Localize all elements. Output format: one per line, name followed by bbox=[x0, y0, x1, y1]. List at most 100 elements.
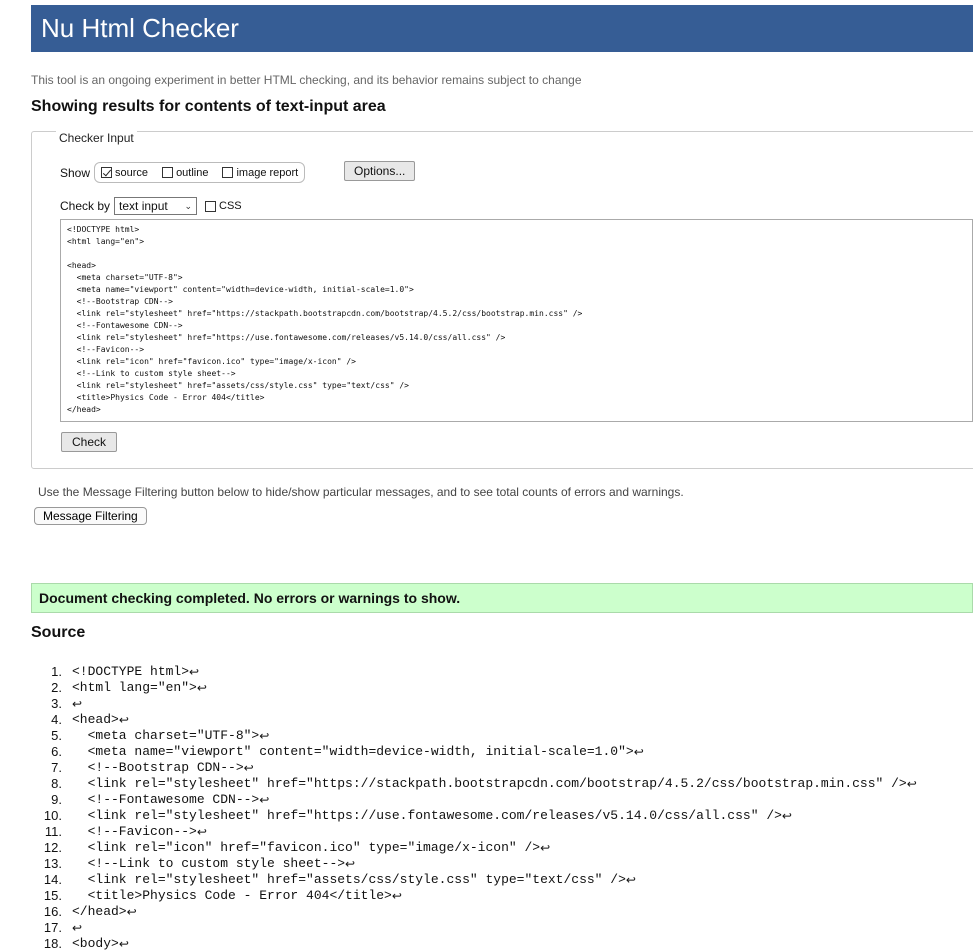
source-option-label: source bbox=[115, 166, 149, 179]
line-end-icon: ↩ bbox=[540, 841, 551, 855]
source-line: 3. ↩ bbox=[36, 696, 917, 712]
show-source-option[interactable]: source bbox=[101, 167, 148, 179]
outline-checkbox[interactable] bbox=[162, 167, 174, 178]
line-end-icon: ↩ bbox=[906, 777, 917, 791]
check-button[interactable]: Check bbox=[61, 432, 118, 452]
line-number: 1. bbox=[51, 664, 62, 679]
line-number: 14. bbox=[43, 872, 62, 887]
image-report-option-label: image report bbox=[236, 166, 299, 179]
line-end-icon: ↩ bbox=[243, 761, 254, 775]
line-number: 10. bbox=[43, 808, 62, 823]
line-number: 9. bbox=[51, 792, 62, 807]
line-end-icon: ↩ bbox=[126, 905, 137, 919]
line-end-icon: ↩ bbox=[118, 937, 129, 951]
line-end-icon: ↩ bbox=[189, 665, 200, 679]
show-row: Show source outline image report bbox=[60, 162, 306, 183]
check-by-select[interactable]: text input ⌄ bbox=[114, 197, 198, 215]
line-end-icon: ↩ bbox=[259, 793, 270, 807]
source-line: 17. ↩ bbox=[36, 920, 917, 936]
line-code: <title>Physics Code - Error 404</title> bbox=[72, 888, 392, 903]
line-number: 8. bbox=[51, 776, 62, 791]
line-number: 11. bbox=[44, 824, 62, 839]
line-code: <!DOCTYPE html> bbox=[72, 664, 190, 679]
line-code: <!--Link to custom style sheet--> bbox=[72, 856, 346, 871]
image-report-checkbox[interactable] bbox=[222, 167, 234, 178]
line-code: <link rel="stylesheet" href="https://use… bbox=[72, 808, 782, 823]
app-title: Nu Html Checker bbox=[41, 13, 239, 43]
line-code: <meta name="viewport" content="width=dev… bbox=[72, 744, 634, 759]
line-end-icon: ↩ bbox=[391, 889, 402, 903]
checker-input-legend: Checker Input bbox=[56, 131, 137, 145]
line-end-icon: ↩ bbox=[118, 713, 129, 727]
line-end-icon: ↩ bbox=[259, 729, 270, 743]
line-code: <meta charset="UTF-8"> bbox=[72, 728, 260, 743]
line-end-icon: ↩ bbox=[196, 681, 207, 695]
result-success-message: Document checking completed. No errors o… bbox=[31, 583, 973, 613]
line-end-icon: ↩ bbox=[196, 825, 207, 839]
source-line: 14. <link rel="stylesheet" href="assets/… bbox=[36, 872, 917, 888]
line-code: <!--Fontawesome CDN--> bbox=[72, 792, 260, 807]
source-line: 18. <body> ↩ bbox=[36, 936, 917, 952]
line-number: 4. bbox=[51, 712, 62, 727]
line-end-icon: ↩ bbox=[72, 697, 83, 711]
line-code: <link rel="stylesheet" href="assets/css/… bbox=[72, 872, 626, 887]
source-line: 6. <meta name="viewport" content="width=… bbox=[36, 744, 917, 760]
line-code: <link rel="icon" href="favicon.ico" type… bbox=[72, 840, 541, 855]
source-line: 2. <html lang="en"> ↩ bbox=[36, 680, 917, 696]
css-option[interactable]: CSS bbox=[205, 200, 242, 212]
options-button[interactable]: Options... bbox=[344, 161, 416, 181]
chevron-down-icon: ⌄ bbox=[184, 200, 193, 211]
source-line: 13. <!--Link to custom style sheet--> ↩ bbox=[36, 856, 917, 872]
line-number: 12. bbox=[43, 840, 62, 855]
source-textarea[interactable]: <!DOCTYPE html> <html lang="en"> <head> … bbox=[60, 219, 973, 422]
line-number: 18. bbox=[43, 936, 62, 951]
source-line: 1. <!DOCTYPE html> ↩ bbox=[36, 664, 917, 680]
source-line: 16. </head> ↩ bbox=[36, 904, 917, 920]
line-end-icon: ↩ bbox=[633, 745, 644, 759]
show-label: Show bbox=[60, 165, 91, 180]
source-line: 5. <meta charset="UTF-8"> ↩ bbox=[36, 728, 917, 744]
line-number: 2. bbox=[51, 680, 62, 695]
line-code: <!--Favicon--> bbox=[72, 824, 197, 839]
source-line: 4. <head> ↩ bbox=[36, 712, 917, 728]
message-filtering-button[interactable]: Message Filtering bbox=[34, 507, 147, 525]
line-code: <body> bbox=[72, 936, 119, 951]
source-line: 11. <!--Favicon--> ↩ bbox=[36, 824, 917, 840]
css-option-label: CSS bbox=[219, 200, 242, 212]
source-heading: Source bbox=[31, 624, 86, 641]
source-line: 10. <link rel="stylesheet" href="https:/… bbox=[36, 808, 917, 824]
line-code: </head> bbox=[72, 904, 127, 919]
check-by-value: text input bbox=[119, 199, 168, 213]
line-number: 7. bbox=[51, 760, 62, 775]
line-code: <html lang="en"> bbox=[72, 680, 197, 695]
line-number: 3. bbox=[51, 696, 62, 711]
check-by-label: Check by bbox=[60, 199, 111, 213]
page-title: Showing results for contents of text-inp… bbox=[31, 98, 386, 115]
line-end-icon: ↩ bbox=[781, 809, 792, 823]
source-line: 9. <!--Fontawesome CDN--> ↩ bbox=[36, 792, 917, 808]
css-checkbox[interactable] bbox=[205, 200, 217, 212]
source-line: 15. <title>Physics Code - Error 404</tit… bbox=[36, 888, 917, 904]
show-outline-option[interactable]: outline bbox=[162, 167, 208, 179]
line-end-icon: ↩ bbox=[72, 921, 83, 935]
show-options-group: source outline image report bbox=[94, 162, 306, 183]
app-header: Nu Html Checker bbox=[31, 5, 973, 52]
source-line: 8. <link rel="stylesheet" href="https://… bbox=[36, 776, 917, 792]
source-listing: 1. <!DOCTYPE html> ↩ 2. <html lang="en"> ↩ 3. ↩… bbox=[36, 664, 917, 952]
source-checkbox[interactable] bbox=[101, 167, 113, 178]
line-number: 13. bbox=[43, 856, 62, 871]
line-number: 5. bbox=[51, 728, 62, 743]
line-code: <!--Bootstrap CDN--> bbox=[72, 760, 244, 775]
line-number: 16. bbox=[43, 904, 62, 919]
line-number: 6. bbox=[51, 744, 62, 759]
line-code: <head> bbox=[72, 712, 119, 727]
show-image-report-option[interactable]: image report bbox=[222, 167, 298, 179]
source-line: 7. <!--Bootstrap CDN--> ↩ bbox=[36, 760, 917, 776]
line-end-icon: ↩ bbox=[345, 857, 356, 871]
line-number: 17. bbox=[43, 920, 62, 935]
check-by-row: Check by text input ⌄ CSS bbox=[60, 197, 242, 215]
source-line: 12. <link rel="icon" href="favicon.ico" … bbox=[36, 840, 917, 856]
outline-option-label: outline bbox=[176, 166, 209, 179]
line-end-icon: ↩ bbox=[625, 873, 636, 887]
line-number: 15. bbox=[43, 888, 62, 903]
